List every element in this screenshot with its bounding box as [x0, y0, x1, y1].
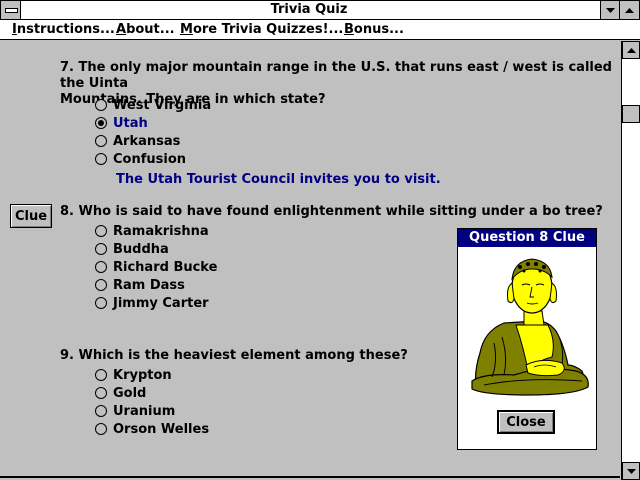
system-menu-icon[interactable]	[1, 1, 21, 19]
maximize-icon	[625, 7, 634, 13]
option-uranium[interactable]: Uranium	[95, 403, 175, 419]
radio-button[interactable]	[95, 261, 107, 273]
radio-button[interactable]	[95, 243, 107, 255]
option-utah[interactable]: Utah	[95, 115, 148, 131]
option-gold[interactable]: Gold	[95, 385, 146, 401]
radio-button[interactable]	[95, 405, 107, 417]
menu-about[interactable]: About...	[116, 22, 175, 37]
buddha-statue-image	[471, 258, 589, 396]
option-krypton[interactable]: Krypton	[95, 367, 172, 383]
menu-more-trivia-quizzes[interactable]: More Trivia Quizzes!...	[180, 22, 343, 37]
scroll-down-button[interactable]	[622, 462, 640, 480]
question-9: 9. Which is the heaviest element among t…	[60, 348, 408, 364]
menu-bar: Instructions... About... More Trivia Qui…	[0, 20, 640, 40]
option-buddha[interactable]: Buddha	[95, 241, 169, 257]
menu-bonus[interactable]: Bonus...	[344, 22, 404, 37]
option-jimmy-carter[interactable]: Jimmy Carter	[95, 295, 209, 311]
down-arrow-icon	[626, 468, 636, 474]
option-richard-bucke[interactable]: Richard Bucke	[95, 259, 217, 275]
radio-button[interactable]	[95, 297, 107, 309]
question-8: 8. Who is said to have found enlightenme…	[60, 204, 603, 220]
up-arrow-icon	[626, 47, 636, 53]
title-bar[interactable]: Trivia Quiz	[0, 0, 640, 20]
clue-button[interactable]: Clue	[10, 204, 52, 228]
scroll-thumb[interactable]	[622, 105, 640, 123]
option-orson-welles[interactable]: Orson Welles	[95, 421, 209, 437]
radio-button[interactable]	[95, 153, 107, 165]
question-text: 7. The only major mountain range in the …	[60, 60, 612, 91]
radio-button[interactable]	[95, 423, 107, 435]
content-bottom-border	[0, 476, 620, 478]
radio-button[interactable]	[95, 369, 107, 381]
option-ram-dass[interactable]: Ram Dass	[95, 277, 185, 293]
radio-button[interactable]	[95, 279, 107, 291]
question-text: 9. Which is the heaviest element among t…	[60, 348, 408, 363]
option-west-virginia[interactable]: West Virginia	[95, 97, 211, 113]
dialog-title: Question 8 Clue	[458, 229, 596, 247]
option-arkansas[interactable]: Arkansas	[95, 133, 180, 149]
option-confusion[interactable]: Confusion	[95, 151, 186, 167]
radio-button-selected[interactable]	[95, 117, 107, 129]
minimize-button[interactable]	[600, 1, 620, 19]
question-text: 8. Who is said to have found enlightenme…	[60, 204, 603, 219]
close-button[interactable]: Close	[497, 410, 555, 434]
minimize-icon	[606, 7, 615, 13]
radio-button[interactable]	[95, 99, 107, 111]
radio-button[interactable]	[95, 225, 107, 237]
radio-button[interactable]	[95, 135, 107, 147]
trivia-quiz-window: Trivia Quiz Instructions... About... Mor…	[0, 0, 640, 480]
answer-feedback: The Utah Tourist Council invites you to …	[116, 172, 441, 187]
maximize-button[interactable]	[619, 1, 639, 19]
radio-button[interactable]	[95, 387, 107, 399]
scroll-up-button[interactable]	[622, 41, 640, 59]
clue-dialog: Question 8 Clue Close	[457, 228, 597, 450]
menu-instructions[interactable]: Instructions...	[12, 22, 115, 37]
window-title: Trivia Quiz	[270, 2, 348, 17]
vertical-scrollbar[interactable]	[621, 41, 640, 480]
option-ramakrishna[interactable]: Ramakrishna	[95, 223, 209, 239]
